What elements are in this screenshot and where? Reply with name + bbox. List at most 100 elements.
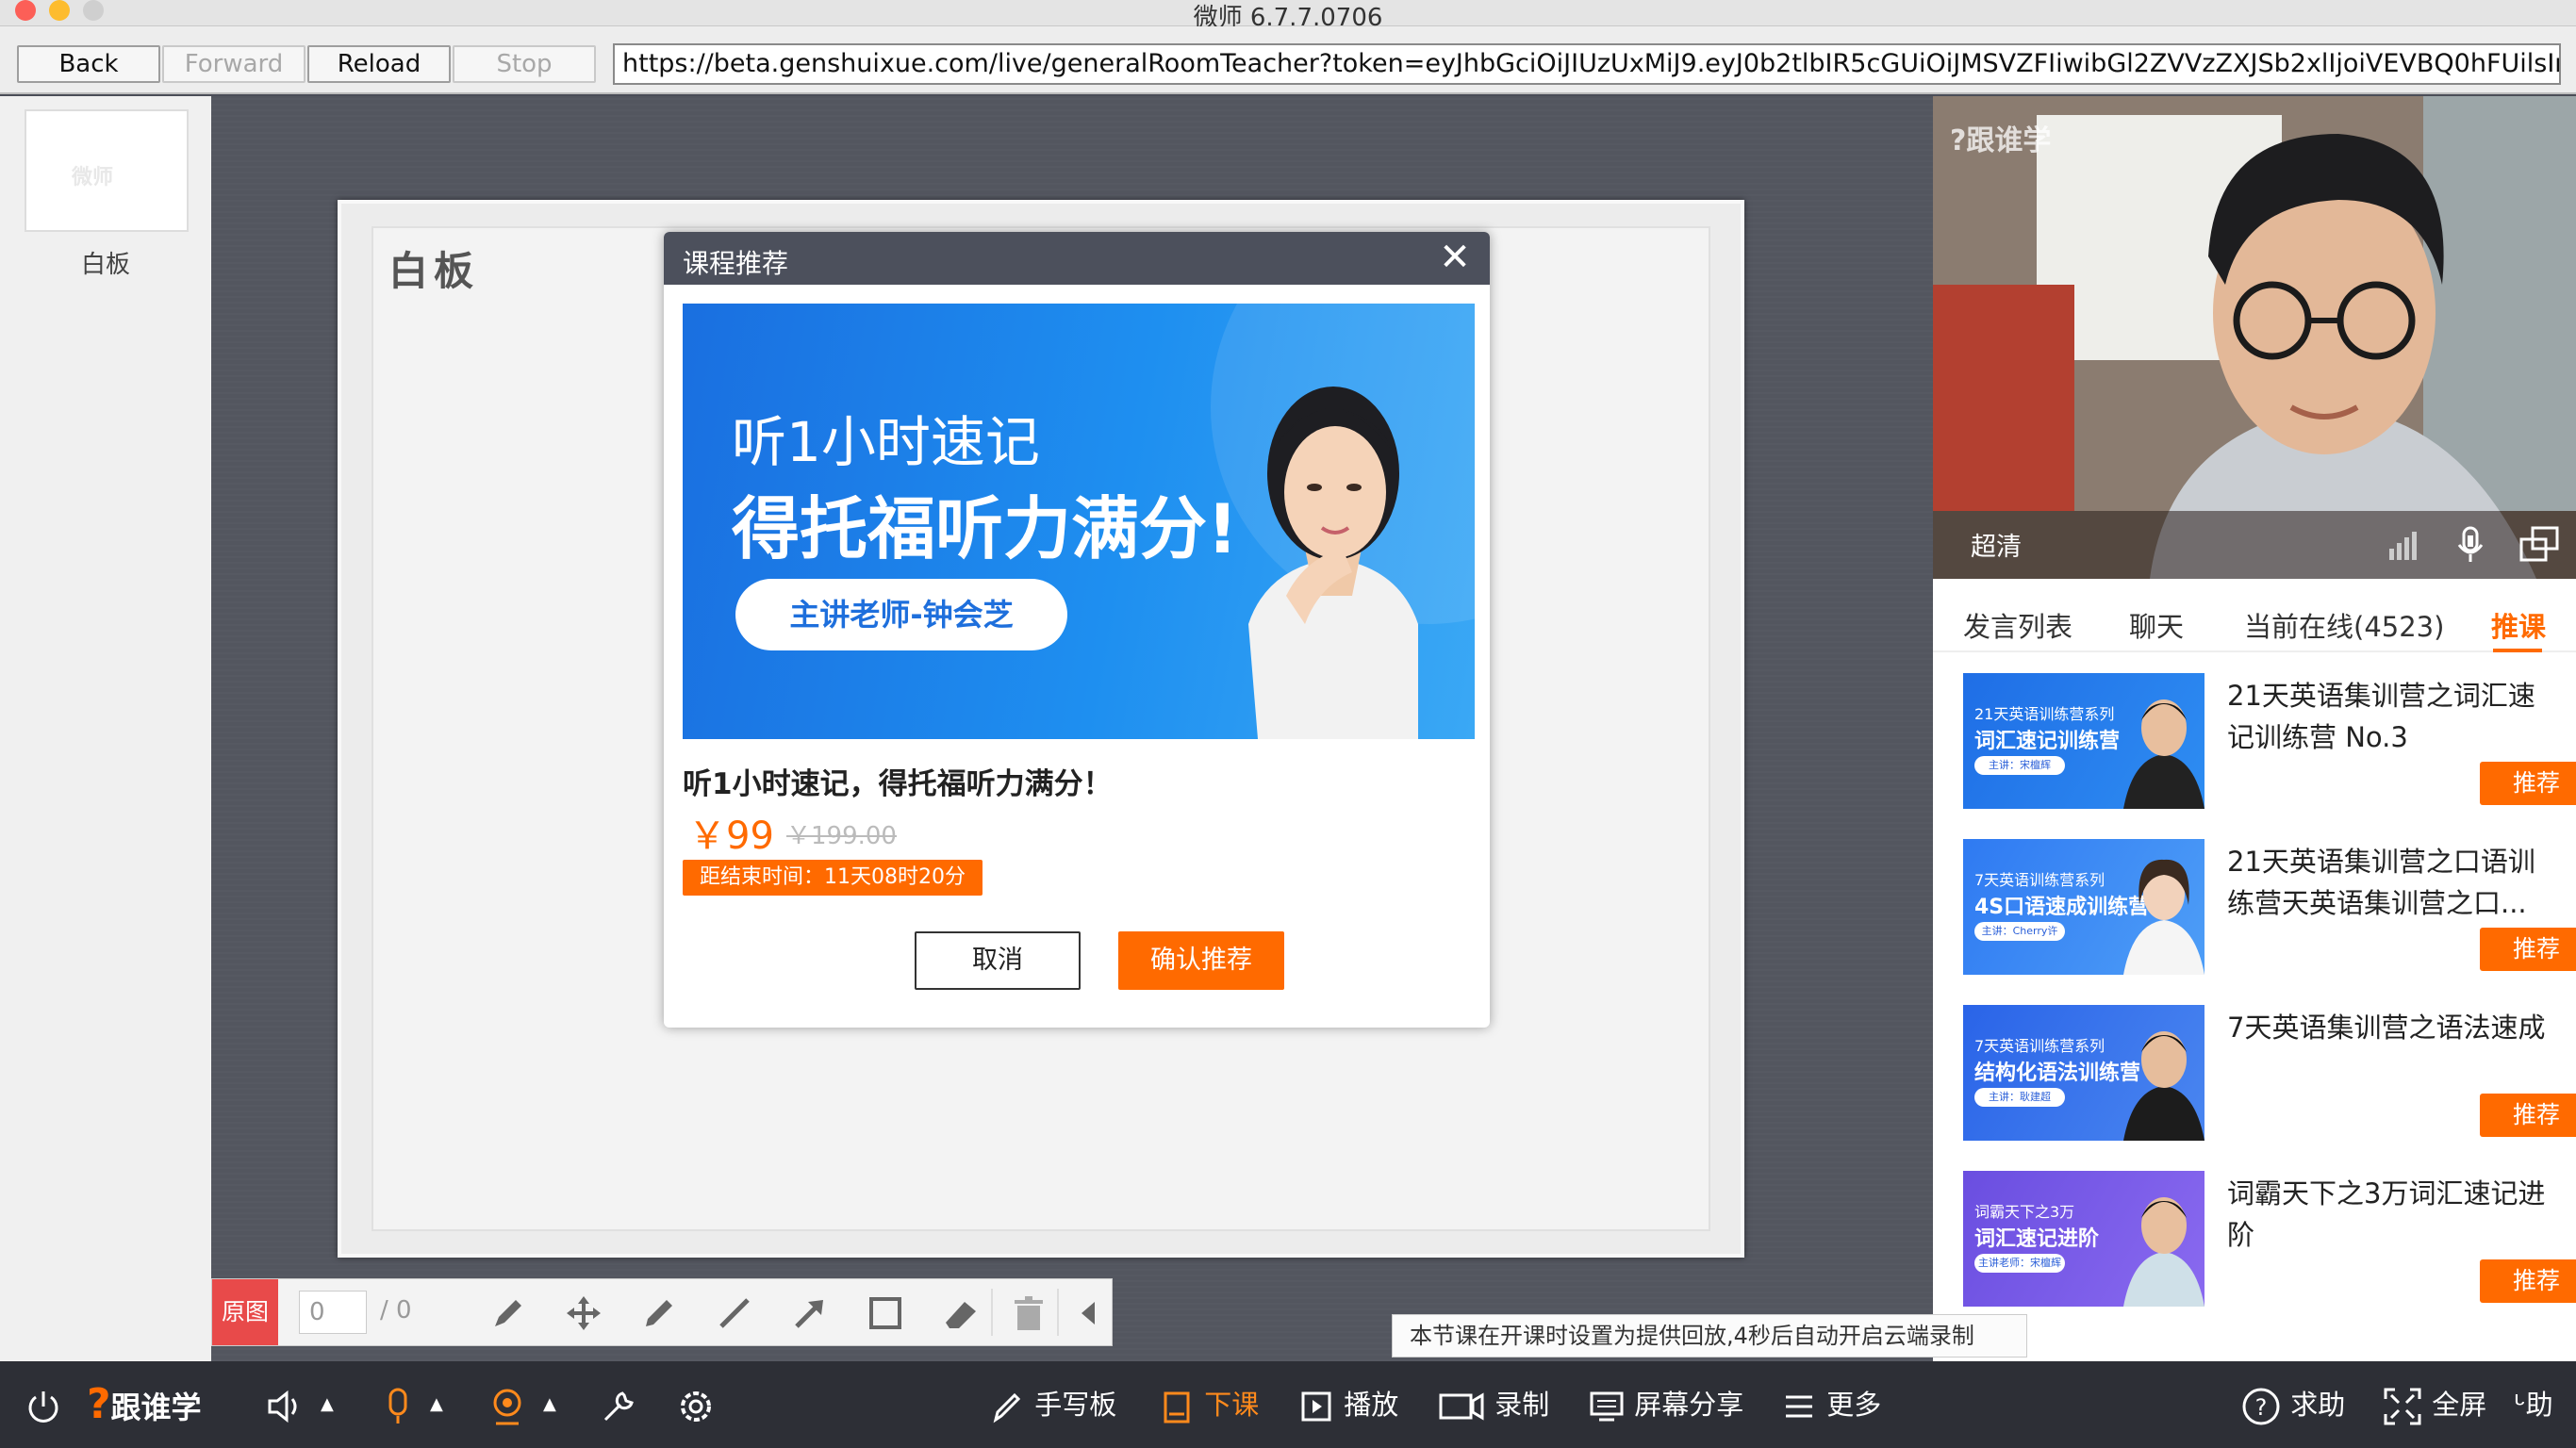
course-price: ￥99 (688, 814, 774, 858)
fullscreen-icon (2384, 1388, 2421, 1425)
record-icon (1439, 1392, 1484, 1421)
help-button[interactable]: ? 求助 (2240, 1384, 2345, 1425)
assist-label: 助 (2525, 1389, 2553, 1421)
close-icon[interactable]: ✕ (1433, 238, 1477, 281)
recommend-title: 词霸天下之3万词汇速记进阶 (2227, 1177, 2546, 1251)
speaker-dropdown-icon[interactable]: ▲ (321, 1384, 334, 1425)
end-class-label: 下课 (1204, 1389, 1260, 1421)
forward-button[interactable]: Forward (162, 45, 305, 83)
camera-dropdown-icon[interactable]: ▲ (543, 1384, 556, 1425)
url-field[interactable]: https://beta.genshuixue.com/live/general… (613, 43, 2561, 85)
original-image-button[interactable]: 原图 (212, 1279, 278, 1345)
confirm-recommend-button[interactable]: 确认推荐 (1118, 931, 1284, 990)
banner-subheadline: 得托福听力满分! (732, 489, 1238, 568)
tools-icon[interactable] (598, 1384, 639, 1425)
countdown-badge: 距结束时间：11天08时20分 (683, 860, 983, 896)
active-tab-indicator (2493, 649, 2542, 652)
power-icon[interactable] (23, 1384, 64, 1425)
more-icon (1786, 1395, 1812, 1418)
window-titlebar: 微师 6.7.7.0706 (0, 0, 2576, 32)
fullscreen-button[interactable]: 全屏 (2382, 1384, 2486, 1425)
help-icon: ? (2242, 1388, 2280, 1425)
whiteboard-thumbnail[interactable]: 微师 (25, 109, 189, 232)
recommend-button[interactable]: 推荐 (2480, 1259, 2576, 1303)
tab-recommend[interactable]: 推课 (2491, 605, 2546, 645)
pen-icon[interactable] (486, 1291, 531, 1336)
help-label: 求助 (2290, 1389, 2346, 1421)
handwriting-label: 手写板 (1034, 1389, 1117, 1421)
back-button[interactable]: Back (17, 45, 160, 83)
record-button[interactable]: 录制 (1437, 1384, 1549, 1425)
thumbnail-series: 词霸天下之3万 (1974, 1203, 2075, 1221)
video-quality-label[interactable]: 超清 (1971, 526, 2022, 563)
page-number-input[interactable]: 0 (299, 1291, 367, 1334)
tab-speakers[interactable]: 发言列表 (1963, 605, 2072, 645)
thumbnail-teacher-figure (2123, 699, 2204, 809)
microphone-dropdown-icon[interactable]: ▲ (430, 1384, 443, 1425)
logo-mark-icon: ? (87, 1380, 111, 1428)
thumbnail-teacher-figure (2123, 859, 2204, 975)
thumbnail-teacher-figure (2123, 1031, 2204, 1141)
speaker-icon[interactable] (264, 1384, 305, 1425)
end-class-button[interactable]: 下课 (1158, 1384, 1259, 1425)
slide-thumbnail-panel: 微师 白板 (0, 96, 211, 1361)
trash-icon[interactable] (1006, 1291, 1051, 1336)
thumbnail-course-name: 词汇速记训练营 (1974, 730, 2121, 753)
play-icon (1301, 1391, 1331, 1422)
recommend-thumbnail: 词霸天下之3万 词汇速记进阶 主讲老师：宋檀辉 (1963, 1171, 2204, 1307)
more-button[interactable]: 更多 (1780, 1384, 1881, 1425)
handwriting-button[interactable]: 手写板 (988, 1384, 1116, 1425)
recommend-title: 7天英语集训营之语法速成 (2227, 1012, 2546, 1044)
recommend-button[interactable]: 推荐 (2480, 1094, 2576, 1137)
microphone-orange-icon[interactable] (377, 1384, 419, 1425)
thumbnail-course-name: 结构化语法训练营 (1974, 1061, 2141, 1085)
recommend-item: 21天英语训练营系列 词汇速记训练营 主讲：宋檀辉 21天英语集训营之词汇速记训… (1963, 673, 2576, 814)
course-original-price: ￥199.00 (786, 822, 897, 850)
eraser-icon[interactable] (938, 1291, 983, 1336)
tab-online[interactable]: 当前在线(4523) (2244, 605, 2444, 645)
course-recommend-dialog: 课程推荐 ✕ 听1小时速记 得托福听力满分! 主讲老师-钟会芝 听1小时速记，得… (664, 232, 1490, 1028)
camera-icon[interactable] (487, 1384, 528, 1425)
recommend-button[interactable]: 推荐 (2480, 762, 2576, 805)
right-panel: ?跟谁学 超清 发言列表 聊天 当前在线(4523) 推课 21天英语训练营系列… (1933, 96, 2576, 1361)
cancel-button[interactable]: 取消 (915, 931, 1081, 990)
thumbnail-logo: 微师 (72, 166, 114, 189)
settings-icon[interactable] (675, 1384, 717, 1425)
recommend-button[interactable]: 推荐 (2480, 928, 2576, 971)
reload-button[interactable]: Reload (307, 45, 451, 83)
pencil-icon[interactable] (636, 1291, 682, 1336)
play-button[interactable]: 播放 (1297, 1384, 1398, 1425)
move-icon[interactable] (561, 1291, 606, 1336)
whiteboard-title: 白板 (388, 248, 480, 294)
screen-share-button[interactable]: 屏幕分享 (1588, 1384, 1743, 1425)
recommend-thumbnail: 7天英语训练营系列 4S口语速成训练营 主讲：Cherry许 (1963, 839, 2204, 975)
banner-teacher-pill: 主讲老师-钟会芝 (735, 579, 1067, 650)
microphone-icon[interactable] (2450, 524, 2491, 566)
recommend-item: 7天英语训练营系列 结构化语法训练营 主讲：耿建超 7天英语集训营之语法速成 推… (1963, 1005, 2576, 1146)
toolbar-divider (991, 1289, 993, 1336)
collapse-arrow-icon[interactable] (1066, 1291, 1112, 1336)
recommend-item: 词霸天下之3万 词汇速记进阶 主讲老师：宋檀辉 词霸天下之3万词汇速记进阶 推荐 (1963, 1171, 2576, 1312)
navigation-bar: Back Forward Reload Stop https://beta.ge… (0, 26, 2576, 94)
arrow-icon[interactable] (787, 1291, 833, 1336)
thumbnail-teacher-pill: 主讲：耿建超 (1974, 1088, 2065, 1107)
stop-button[interactable]: Stop (453, 45, 596, 83)
thumbnail-label: 白板 (80, 251, 130, 279)
assist-icon: ᒡ (2514, 1389, 2526, 1421)
replay-notice-tooltip: 本节课在开课时设置为提供回放,4秒后自动开启云端录制 (1392, 1314, 2027, 1358)
recommend-title: 21天英语集训营之词汇速记训练营 No.3 (2227, 680, 2535, 753)
teacher-video[interactable]: ?跟谁学 超清 (1933, 96, 2576, 579)
assist-button[interactable]: ᒡ助 (2514, 1384, 2553, 1425)
recommend-thumbnail: 7天英语训练营系列 结构化语法训练营 主讲：耿建超 (1963, 1005, 2204, 1141)
drawing-toolbar: 原图 0 / 0 (211, 1278, 1113, 1346)
thumbnail-teacher-pill: 主讲老师：宋檀辉 (1974, 1254, 2065, 1273)
line-icon[interactable] (712, 1291, 757, 1336)
page-total: / 0 (380, 1296, 412, 1325)
rectangle-icon[interactable] (863, 1291, 908, 1336)
teacher-photo (1248, 387, 1418, 739)
thumbnail-series: 7天英语训练营系列 (1974, 1037, 2105, 1055)
switch-layout-icon[interactable] (2518, 522, 2563, 568)
tab-chat[interactable]: 聊天 (2129, 605, 2184, 645)
screen-share-icon (1590, 1391, 1624, 1422)
banner-headline: 听1小时速记 (732, 410, 1040, 474)
